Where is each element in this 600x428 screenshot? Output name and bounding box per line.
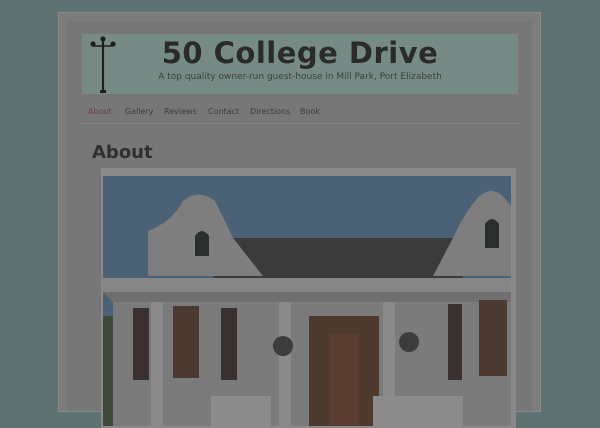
content-area: 50 College Drive A top quality owner-run… xyxy=(67,21,532,428)
site-title[interactable]: 50 College Drive xyxy=(82,36,518,70)
page-heading: About xyxy=(92,142,153,163)
nav-item-reviews[interactable]: Reviews xyxy=(164,107,197,116)
main-nav: About Gallery Reviews Contact Directions… xyxy=(82,99,518,124)
nav-item-book[interactable]: Book xyxy=(300,107,320,116)
nav-item-directions[interactable]: Directions xyxy=(250,107,290,116)
nav-item-about[interactable]: About xyxy=(88,107,112,116)
nav-item-gallery[interactable]: Gallery xyxy=(125,107,154,116)
page-container: 50 College Drive A top quality owner-run… xyxy=(58,12,541,428)
guest-house-photo xyxy=(103,176,511,426)
nav-item-contact[interactable]: Contact xyxy=(208,107,239,116)
site-tagline: A top quality owner-run guest-house in M… xyxy=(158,72,442,82)
site-header: 50 College Drive A top quality owner-run… xyxy=(82,34,518,94)
